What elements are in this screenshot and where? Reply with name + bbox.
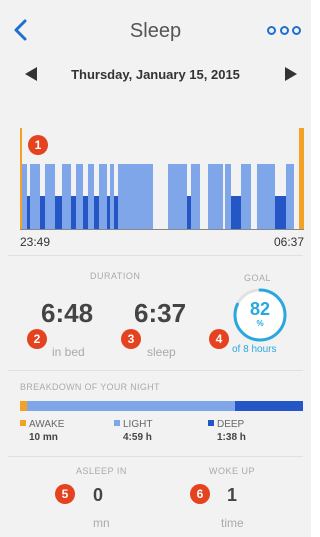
chart-baseline — [20, 229, 304, 230]
in-bed-label: in bed — [52, 345, 85, 359]
woke-up-caption: WOKE UP — [209, 466, 256, 476]
sleep-stage-bar-light — [29, 164, 41, 230]
sleep-stage-bar-deep — [55, 196, 63, 230]
sleep-stage-bar-light — [286, 164, 295, 230]
light-label: LIGHT — [123, 419, 153, 430]
breakdown-segment-awake — [20, 401, 27, 411]
chart-start-time: 23:49 — [20, 235, 51, 249]
callout-badge-2: 2 — [27, 329, 47, 349]
sleep-stage-bar-deep — [94, 196, 99, 230]
more-options-button[interactable] — [267, 26, 301, 38]
deep-swatch — [208, 420, 214, 426]
legend-awake: AWAKE 10 mn — [20, 419, 64, 443]
light-value: 4:59 h — [123, 432, 152, 443]
sleep-screen: Sleep Thursday, January 15, 2015 1 23:49… — [0, 0, 311, 537]
asleep-in-caption: ASLEEP IN — [76, 466, 127, 476]
asleep-in-value: 0 — [93, 485, 104, 505]
app-header: Sleep — [0, 0, 311, 50]
in-bed-value: 6:48 — [41, 298, 94, 328]
asleep-in-unit: mn — [93, 516, 110, 530]
woke-up-unit: time — [221, 516, 244, 530]
awake-value: 10 mn — [29, 432, 58, 443]
sleep-stage-bar-light — [110, 164, 114, 230]
light-swatch — [114, 420, 120, 426]
sleep-stage-bar-light — [257, 164, 276, 230]
sleep-stage-bar-light — [76, 164, 84, 230]
goal-percent: 82 — [249, 299, 271, 319]
sleep-stage-bar-deep — [275, 196, 287, 230]
more-dot-icon — [279, 26, 289, 35]
deep-value: 1:38 h — [217, 432, 246, 443]
sleep-stage-bar-deep — [186, 196, 191, 230]
goal-percent-sign: % — [256, 319, 264, 328]
sleep-stage-bar-light — [167, 164, 187, 230]
sleep-stage-bar-deep — [113, 196, 118, 230]
breakdown-segment-light — [26, 401, 235, 411]
callout-badge-5: 5 — [55, 484, 75, 504]
awake-swatch — [20, 420, 26, 426]
sleep-stage-bar-light — [98, 164, 107, 230]
legend-deep: DEEP 1:38 h — [208, 419, 246, 443]
deep-label: DEEP — [217, 419, 245, 430]
chart-end-time: 06:37 — [273, 235, 304, 249]
breakdown-segment-deep — [234, 401, 303, 411]
sleep-stage-bar-deep — [71, 196, 77, 230]
sleep-stage-bar-deep — [83, 196, 89, 230]
sleep-stage-bar-deep — [26, 196, 30, 230]
sleep-stage-bar-deep — [231, 196, 241, 230]
sleep-stage-bar-light — [240, 164, 251, 230]
sleep-stage-bar-light — [45, 164, 56, 230]
sleep-stage-bar-awake — [20, 128, 22, 230]
goal-note: of 8 hours — [232, 344, 277, 355]
awake-label: AWAKE — [29, 419, 65, 430]
breakdown-bar — [20, 401, 303, 411]
legend-light: LIGHT 4:59 h — [114, 419, 152, 443]
goal-caption: GOAL — [244, 273, 272, 283]
more-dot-icon — [292, 26, 301, 35]
section-divider — [8, 255, 303, 256]
sleep-stage-bar-light — [88, 164, 95, 230]
sleep-hypnogram[interactable] — [20, 128, 304, 230]
callout-badge-1: 1 — [28, 135, 48, 155]
woke-up-value: 1 — [227, 485, 238, 505]
sleep-stage-bar-light — [190, 164, 201, 230]
callout-badge-3: 3 — [121, 329, 141, 349]
current-date: Thursday, January 15, 2015 — [71, 67, 240, 82]
section-divider — [8, 370, 303, 371]
sleep-stage-bar-light — [208, 164, 224, 230]
breakdown-title: BREAKDOWN OF YOUR NIGHT — [20, 382, 160, 392]
sleep-value: 6:37 — [134, 298, 187, 328]
callout-badge-4: 4 — [209, 329, 229, 349]
sleep-stage-bar-light — [117, 164, 153, 230]
sleep-label: sleep — [147, 345, 176, 359]
goal-ring[interactable]: 82 % — [231, 286, 289, 344]
date-navigation: Thursday, January 15, 2015 — [0, 60, 311, 88]
duration-caption: DURATION — [90, 271, 141, 281]
sleep-stage-bar-light — [62, 164, 72, 230]
more-dot-icon — [267, 26, 276, 35]
sleep-stage-bar-light — [225, 164, 231, 230]
sleep-stage-bar-light — [21, 164, 27, 230]
callout-badge-6: 6 — [190, 484, 210, 504]
next-day-button[interactable] — [285, 67, 297, 81]
page-title: Sleep — [129, 20, 182, 42]
section-divider — [8, 456, 303, 457]
sleep-stage-bar-awake — [298, 128, 304, 230]
sleep-stage-bar-deep — [40, 196, 46, 230]
sleep-stage-bar-deep — [106, 196, 110, 230]
